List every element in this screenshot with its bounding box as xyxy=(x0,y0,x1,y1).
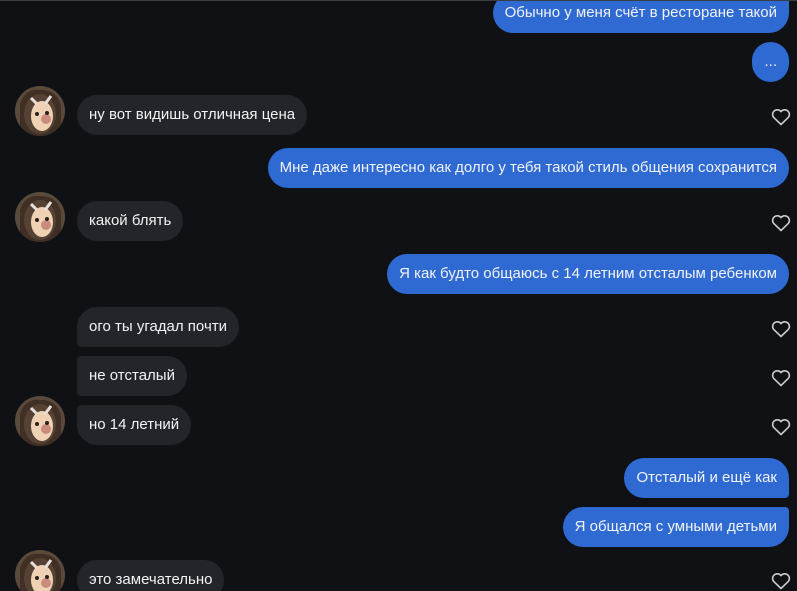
incoming-message[interactable]: ого ты угадал почти xyxy=(77,307,240,347)
contact-avatar[interactable] xyxy=(15,86,65,136)
outgoing-message[interactable]: Я как будто общаюсь с 14 летним отсталым… xyxy=(387,254,789,294)
outgoing-message[interactable]: ... xyxy=(752,42,789,82)
incoming-message[interactable]: это замечательно xyxy=(77,560,225,591)
like-heart-icon[interactable] xyxy=(771,214,791,232)
like-heart-icon[interactable] xyxy=(771,418,791,436)
avatar-image xyxy=(15,550,65,591)
incoming-message[interactable]: ну вот видишь отличная цена xyxy=(77,95,308,135)
like-heart-icon[interactable] xyxy=(771,572,791,590)
avatar-image xyxy=(15,396,65,446)
outgoing-message[interactable]: Я общался с умными детьми xyxy=(562,507,789,547)
outgoing-message[interactable]: Обычно у меня счёт в ресторане такой xyxy=(492,1,789,33)
like-heart-icon[interactable] xyxy=(771,320,791,338)
contact-avatar[interactable] xyxy=(15,396,65,446)
contact-avatar[interactable] xyxy=(15,550,65,591)
incoming-message[interactable]: но 14 летний xyxy=(77,405,192,445)
outgoing-message[interactable]: Отсталый и ещё как xyxy=(624,458,789,498)
contact-avatar[interactable] xyxy=(15,192,65,242)
avatar-image xyxy=(15,86,65,136)
like-heart-icon[interactable] xyxy=(771,108,791,126)
like-heart-icon[interactable] xyxy=(771,369,791,387)
chat-thread: Обычно у меня счёт в ресторане такой ...… xyxy=(0,0,797,591)
outgoing-message[interactable]: Мне даже интересно как долго у тебя тако… xyxy=(267,148,789,188)
incoming-message[interactable]: какой блять xyxy=(77,201,184,241)
avatar-image xyxy=(15,192,65,242)
incoming-message[interactable]: не отсталый xyxy=(77,356,187,396)
